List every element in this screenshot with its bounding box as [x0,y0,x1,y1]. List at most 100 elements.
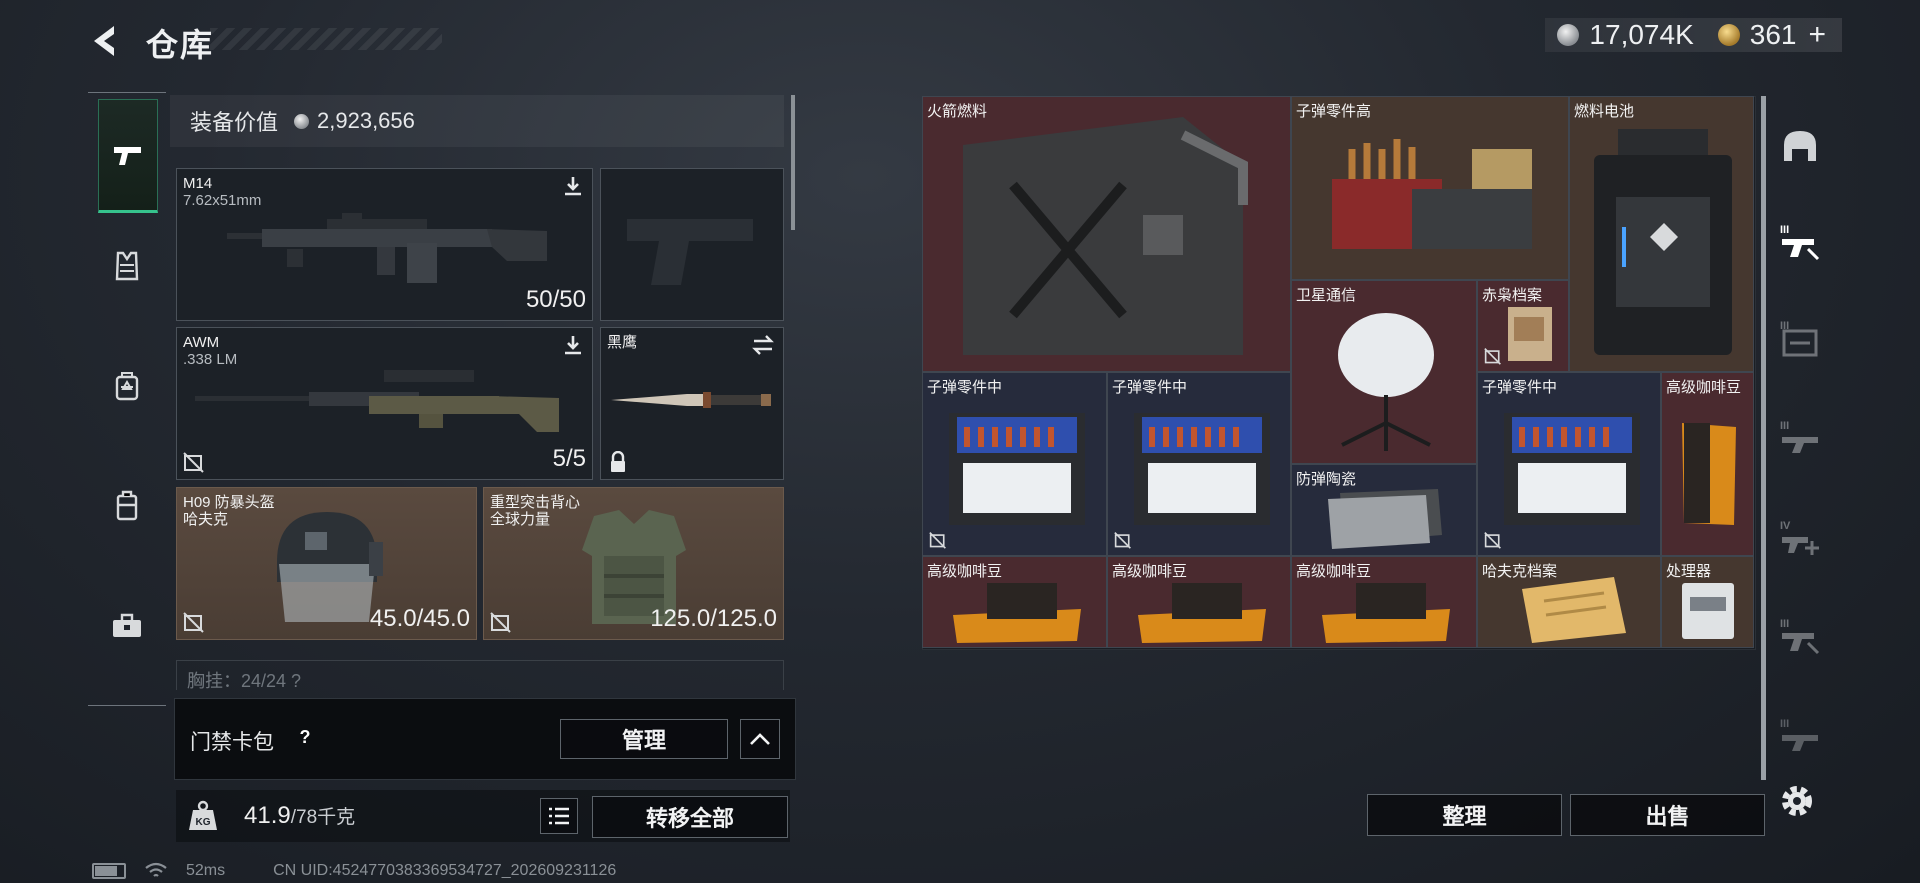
stash-item[interactable]: 高级咖啡豆 [1107,556,1291,648]
equipment-value-bar: 装备价值 2,923,656 [170,95,784,147]
stash-item[interactable]: 防弹陶瓷 [1291,464,1477,556]
stash-item[interactable]: 卫星通信 [1291,280,1477,464]
body-armor-slot[interactable]: 重型突击背心 全球力量 125.0/125.0 [483,487,784,640]
svg-text:KG: KG [196,817,211,828]
secondary-weapon-slot[interactable]: AWM .338 LM 5/5 [176,327,593,480]
max-weight: /78千克 [290,807,356,828]
stash-item[interactable]: 高级咖啡豆 [1291,556,1477,648]
no-insurance-icon [183,612,204,633]
stash-item[interactable]: 哈夫克档案 [1477,556,1661,648]
swap-icon[interactable] [751,334,775,356]
back-arrow-icon[interactable] [88,22,124,60]
gold-amount: 361 [1749,19,1797,50]
access-card-label: 门禁卡包 [190,731,274,754]
rifle-slot-icon: III [1780,224,1820,261]
svg-text:III: III [1780,224,1789,236]
right-tab-6[interactable]: III [1770,590,1830,680]
silver-coin-icon [1557,24,1580,46]
no-insurance-icon [183,452,204,473]
durability: 45.0/45.0 [369,605,470,632]
status-footer: 52ms CN UID:4524770383369534727_20260923… [92,862,616,880]
list-view-button[interactable] [540,798,578,834]
weapon-name: M14 [183,175,213,192]
equipment-value: 2,923,656 [317,108,415,133]
right-tab-7[interactable]: III [1770,690,1830,780]
stash-item[interactable]: 火箭燃料 [922,96,1291,372]
stash-item[interactable]: 子弹零件中 [922,372,1107,556]
currency-bar: 17,074K 361 + [1545,18,1842,52]
loadout-scrollbar[interactable] [791,95,795,230]
primary-weapon-slot[interactable]: M14 7.62x51mm 50/50 [176,168,593,321]
sort-button[interactable]: 整理 [1367,794,1562,836]
stash-scrollbar[interactable] [1761,96,1766,780]
right-tab-3[interactable]: III [1770,292,1830,382]
stash-item[interactable]: 子弹零件中 [1107,372,1291,556]
processor-image [1682,583,1734,639]
rifle-case-icon: III [1780,320,1818,357]
right-tab-5[interactable]: IV [1770,492,1830,582]
m14-rifle-image [227,213,547,283]
gear-icon[interactable] [1776,780,1818,822]
tab-weapons[interactable] [98,99,158,213]
stash-item[interactable]: 处理器 [1661,556,1754,648]
current-weight: 41.9 [244,802,291,829]
right-tab-4[interactable]: III [1770,392,1830,482]
durability: 125.0/125.0 [650,605,777,632]
weight-value: 41.9/78千克 [244,802,355,830]
ammo-count: 50/50 [525,286,586,313]
rifle-slot-icon: III [1780,618,1820,655]
no-insurance-icon [490,612,511,633]
helmet-slot[interactable]: H09 防暴头盔 哈夫克 45.0/45.0 [176,487,477,640]
no-insurance-icon [929,532,946,549]
case-icon [116,490,138,521]
no-insurance-icon [1484,532,1501,549]
melee-slot[interactable]: 黑鹰 [600,327,784,480]
stash-item[interactable]: 子弹零件中 [1477,372,1661,556]
right-tab-2[interactable]: III [1770,196,1830,286]
ammo-parts-mid-image [949,413,1085,525]
svg-text:III: III [1780,718,1789,730]
stash-item[interactable]: 赤枭档案 [1477,280,1569,372]
sidearm-slot[interactable] [600,168,784,321]
melee-name: 黑鹰 [607,334,638,351]
chevron-up-icon [750,733,770,745]
tab-toolbox[interactable] [98,571,156,681]
download-icon[interactable] [562,334,584,356]
chest-rig-row[interactable]: 胸挂：24/24 ? [176,660,784,690]
fuel-cell-image [1594,129,1732,355]
item-name: 子弹零件高 [1296,103,1372,120]
item-name: 燃料电池 [1574,103,1635,120]
tab-armor[interactable] [98,211,156,321]
list-icon [549,807,569,825]
rifle-add-icon: IV [1780,520,1819,555]
ammo-parts-high-image [1332,139,1532,249]
svg-text:IV: IV [1780,520,1791,532]
silver-coin-icon [294,113,310,129]
premium-coffee-beans-image [1138,583,1266,643]
silver-amount: 17,074K [1589,19,1694,50]
premium-coffee-beans-image [1322,583,1450,643]
expand-button[interactable] [740,719,780,759]
right-tab-helmet[interactable] [1770,102,1830,192]
premium-coffee-beans-image [1682,423,1736,525]
tab-backpack[interactable] [98,331,156,441]
black-hawk-knife-image [611,392,771,408]
tab-case[interactable] [98,451,156,561]
svg-text:III: III [1780,618,1789,630]
rifle-slot-icon: III [1780,718,1818,751]
red-owl-file-image [1508,307,1552,361]
stash-item[interactable]: 燃料电池 [1569,96,1754,372]
rocket-fuel-canister-image [963,117,1248,355]
no-insurance-icon [1114,532,1131,549]
sell-button[interactable]: 出售 [1570,794,1765,836]
stash-item[interactable]: 高级咖啡豆 [1661,372,1754,556]
help-icon[interactable]: ? [292,724,318,750]
stash-item[interactable]: 高级咖啡豆 [922,556,1107,648]
stash-item[interactable]: 子弹零件高 [1291,96,1569,280]
ammo-parts-mid-image [1134,413,1270,525]
add-gold-button[interactable]: + [1808,18,1826,52]
manage-button[interactable]: 管理 [560,719,728,759]
item-name: 赤枭档案 [1482,287,1543,304]
backpack-icon [115,372,139,401]
transfer-all-button[interactable]: 转移全部 [592,796,788,838]
